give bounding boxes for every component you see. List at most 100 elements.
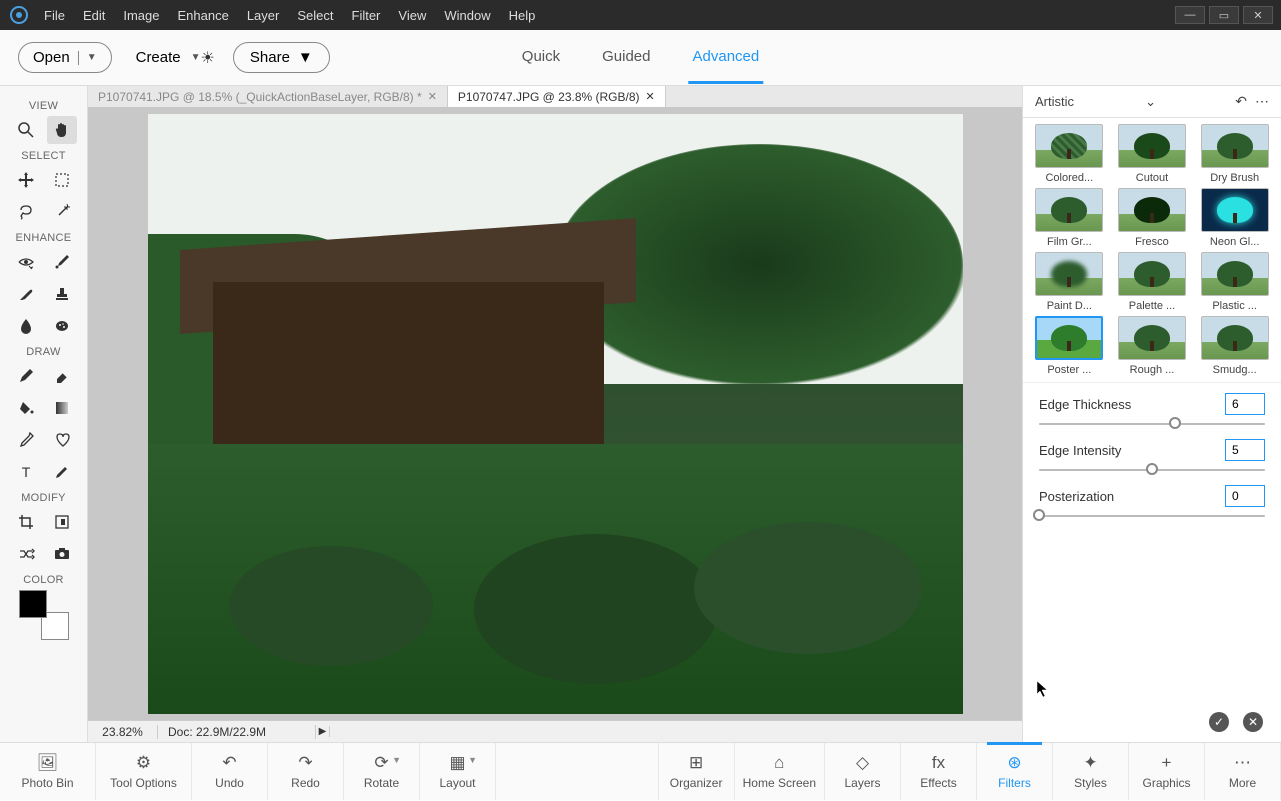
filter-thumb xyxy=(1118,316,1186,360)
share-button[interactable]: Share ▼ xyxy=(233,42,330,73)
close-button[interactable]: ✕ xyxy=(1243,6,1273,24)
shape-icon[interactable] xyxy=(47,426,77,454)
control-row: Edge Thickness xyxy=(1039,393,1265,425)
more-icon[interactable]: ⋯ xyxy=(1255,93,1269,110)
slider-handle[interactable] xyxy=(1169,417,1181,429)
bb-more[interactable]: ⋯More xyxy=(1205,743,1281,800)
slider-track[interactable] xyxy=(1039,515,1265,517)
color-swatch[interactable] xyxy=(19,590,69,640)
menu-layer[interactable]: Layer xyxy=(247,8,280,23)
brush-icon[interactable] xyxy=(11,362,41,390)
menu-image[interactable]: Image xyxy=(123,8,159,23)
camera-icon[interactable] xyxy=(47,540,77,568)
bb-redo[interactable]: ↷Redo xyxy=(268,743,344,800)
menu-select[interactable]: Select xyxy=(297,8,333,23)
eye-icon[interactable] xyxy=(11,248,41,276)
menu-edit[interactable]: Edit xyxy=(83,8,105,23)
filter-item[interactable]: Fresco xyxy=(1114,188,1191,248)
sponge-icon[interactable] xyxy=(47,312,77,340)
menu-filter[interactable]: Filter xyxy=(352,8,381,23)
bb-home-screen[interactable]: ⌂Home Screen xyxy=(735,743,825,800)
close-tab-icon[interactable]: ✕ xyxy=(428,90,437,103)
reset-icon[interactable]: ↶ xyxy=(1235,93,1247,110)
filter-item[interactable]: Neon Gl... xyxy=(1196,188,1273,248)
apply-button[interactable]: ✓ xyxy=(1209,712,1229,732)
blur-icon[interactable] xyxy=(11,312,41,340)
menu-file[interactable]: File xyxy=(44,8,65,23)
type-icon[interactable]: T xyxy=(11,458,41,486)
bb-effects[interactable]: fxEffects xyxy=(901,743,977,800)
create-label: Create xyxy=(136,49,181,66)
bb-filters[interactable]: ⊛Filters xyxy=(977,743,1053,800)
filter-item[interactable]: Palette ... xyxy=(1114,252,1191,312)
bb-organizer[interactable]: ⊞Organizer xyxy=(659,743,735,800)
marquee-icon[interactable] xyxy=(47,166,77,194)
chevron-down-icon: ▼ xyxy=(298,49,313,66)
filter-name: Cutout xyxy=(1114,172,1191,184)
filter-item[interactable]: Cutout xyxy=(1114,124,1191,184)
chevron-down-icon[interactable]: ⌄ xyxy=(1145,94,1156,110)
crop-icon[interactable] xyxy=(11,508,41,536)
control-input[interactable] xyxy=(1225,393,1265,415)
tab-guided[interactable]: Guided xyxy=(598,32,654,84)
bb-rotate[interactable]: ⟳Rotate▼ xyxy=(344,743,420,800)
open-label: Open xyxy=(33,49,70,66)
minimize-button[interactable]: — xyxy=(1175,6,1205,24)
document-tab[interactable]: P1070747.JPG @ 23.8% (RGB/8)✕ xyxy=(448,86,666,107)
recompose-icon[interactable] xyxy=(47,508,77,536)
maximize-button[interactable]: ▭ xyxy=(1209,6,1239,24)
slider-handle[interactable] xyxy=(1146,463,1158,475)
bb-styles[interactable]: ✦Styles xyxy=(1053,743,1129,800)
bb-photo-bin[interactable]: 🖼Photo Bin xyxy=(0,743,96,800)
cancel-button[interactable]: ✕ xyxy=(1243,712,1263,732)
pencil-icon[interactable] xyxy=(47,458,77,486)
menu-view[interactable]: View xyxy=(398,8,426,23)
close-tab-icon[interactable]: ✕ xyxy=(646,90,655,103)
bb-tool-options[interactable]: ⚙Tool Options xyxy=(96,743,192,800)
brightness-icon[interactable]: ☀ xyxy=(201,48,215,68)
stamp-icon[interactable] xyxy=(47,280,77,308)
filter-item[interactable]: Dry Brush xyxy=(1196,124,1273,184)
create-button[interactable]: Create ▼ xyxy=(136,49,201,66)
bb-layout[interactable]: ▦Layout▼ xyxy=(420,743,496,800)
filter-item[interactable]: Film Gr... xyxy=(1031,188,1108,248)
dropper-icon[interactable] xyxy=(11,426,41,454)
filter-item[interactable]: Plastic ... xyxy=(1196,252,1273,312)
lasso-icon[interactable] xyxy=(11,198,41,226)
open-button[interactable]: Open ▼ xyxy=(18,42,112,73)
hand-icon[interactable] xyxy=(47,116,77,144)
canvas-viewport[interactable] xyxy=(88,107,1022,720)
zoom-icon[interactable] xyxy=(11,116,41,144)
document-tab[interactable]: P1070741.JPG @ 18.5% (_QuickActionBaseLa… xyxy=(88,86,448,107)
filter-item[interactable]: Smudg... xyxy=(1196,316,1273,376)
eraser-icon[interactable] xyxy=(47,362,77,390)
tab-advanced[interactable]: Advanced xyxy=(689,32,764,84)
slider-handle[interactable] xyxy=(1033,509,1045,521)
move-icon[interactable] xyxy=(11,166,41,194)
bb-undo[interactable]: ↶Undo xyxy=(192,743,268,800)
menu-enhance[interactable]: Enhance xyxy=(178,8,229,23)
filter-category[interactable]: Artistic xyxy=(1035,94,1074,109)
bucket-icon[interactable] xyxy=(11,394,41,422)
tab-quick[interactable]: Quick xyxy=(518,32,564,84)
slider-track[interactable] xyxy=(1039,469,1265,471)
eyedropper-fix-icon[interactable] xyxy=(47,248,77,276)
menu-help[interactable]: Help xyxy=(509,8,536,23)
bb-layers[interactable]: ◇Layers xyxy=(825,743,901,800)
bb-graphics[interactable]: +Graphics xyxy=(1129,743,1205,800)
menu-window[interactable]: Window xyxy=(444,8,490,23)
bottom-bar: 🖼Photo Bin⚙Tool Options↶Undo↷Redo⟳Rotate… xyxy=(0,742,1281,800)
brush-heal-icon[interactable] xyxy=(11,280,41,308)
status-arrow-icon[interactable]: ▶ xyxy=(316,726,330,737)
status-zoom[interactable]: 23.82% xyxy=(88,725,158,739)
control-input[interactable] xyxy=(1225,485,1265,507)
filter-item[interactable]: Colored... xyxy=(1031,124,1108,184)
shuffle-icon[interactable] xyxy=(11,540,41,568)
filter-item[interactable]: Rough ... xyxy=(1114,316,1191,376)
filter-item[interactable]: Poster ... xyxy=(1031,316,1108,376)
filter-item[interactable]: Paint D... xyxy=(1031,252,1108,312)
control-input[interactable] xyxy=(1225,439,1265,461)
gradient-icon[interactable] xyxy=(47,394,77,422)
slider-track[interactable] xyxy=(1039,423,1265,425)
wand-icon[interactable] xyxy=(47,198,77,226)
